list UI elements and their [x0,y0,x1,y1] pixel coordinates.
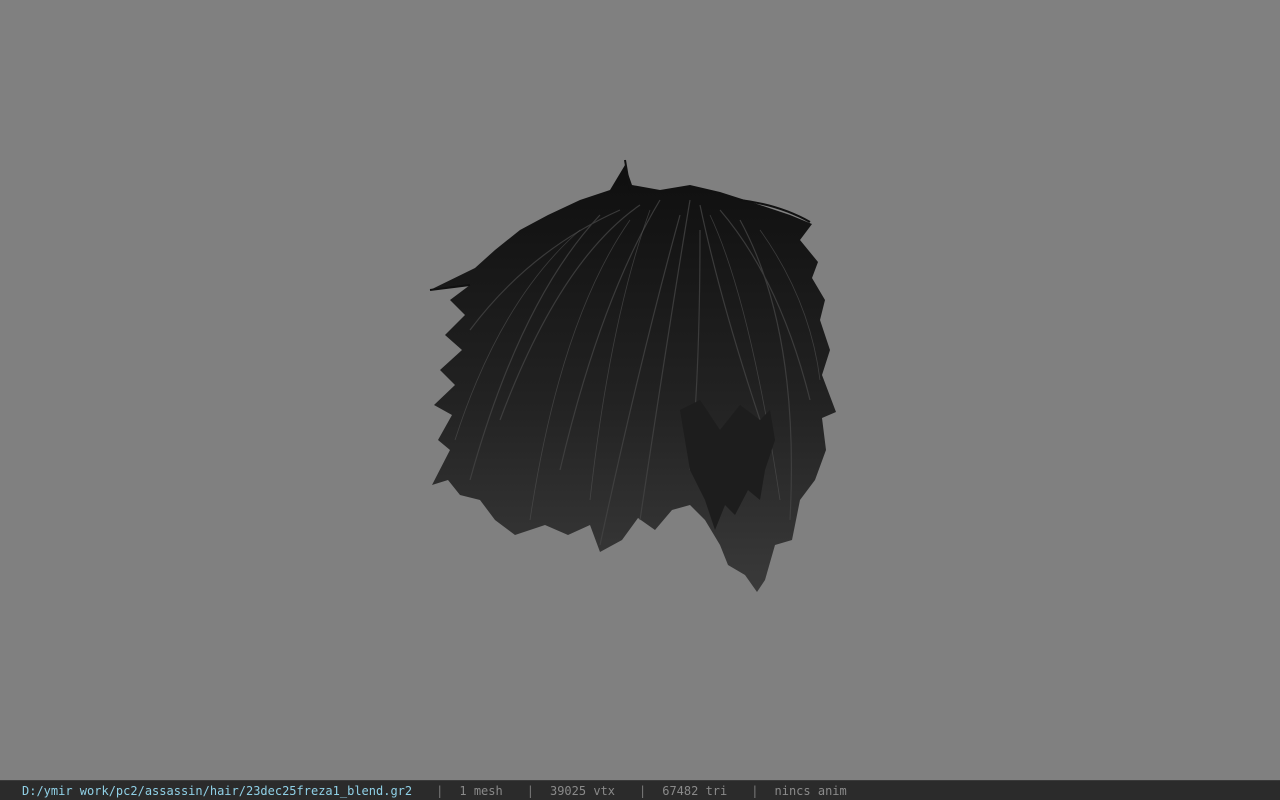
status-separator: | [526,783,534,798]
mesh-count: 1 mesh [459,783,503,798]
file-path: D:/ymir work/pc2/assassin/hair/23dec25fr… [22,783,413,798]
hair-model-render [429,159,836,592]
hair-mass [430,165,836,592]
status-bar: D:/ymir work/pc2/assassin/hair/23dec25fr… [0,780,1280,800]
status-separator: | [639,783,647,798]
status-separator: | [751,783,759,798]
status-separator: | [436,783,444,798]
animation-status: nincs anim [774,783,847,798]
vertex-count: 39025 vtx [549,783,615,798]
model-render [0,0,1280,780]
triangle-count: 67482 tri [662,783,728,798]
3d-viewport[interactable] [0,0,1280,780]
